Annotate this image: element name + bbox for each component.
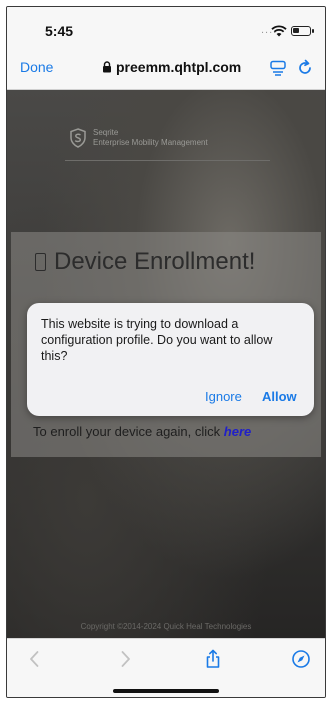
- allow-button[interactable]: Allow: [262, 389, 297, 404]
- enroll-link[interactable]: here: [224, 424, 251, 439]
- status-bar: 5:45 ....: [7, 7, 325, 51]
- share-icon[interactable]: [203, 649, 223, 669]
- enroll-instruction: To enroll your device again, click here: [33, 424, 251, 439]
- address-bar: Done preemm.qhtpl.com: [7, 51, 325, 90]
- brand-tagline: Enterprise Mobility Management: [93, 138, 208, 147]
- page-title: Device Enrollment!: [35, 248, 255, 276]
- reader-icon[interactable]: [269, 59, 287, 77]
- forward-icon[interactable]: [115, 649, 135, 669]
- download-profile-alert: This website is trying to download a con…: [27, 303, 314, 416]
- bottom-toolbar: [7, 638, 325, 697]
- wifi-icon: [271, 25, 287, 37]
- url-text: preemm.qhtpl.com: [116, 59, 242, 75]
- home-indicator: [113, 689, 219, 693]
- brand-name: Seqrite: [93, 128, 119, 137]
- ignore-button[interactable]: Ignore: [205, 389, 242, 404]
- page-title-text: Device Enrollment!: [54, 248, 256, 275]
- copyright-text: Copyright ©2014-2024 Quick Heal Technolo…: [80, 622, 252, 631]
- done-button[interactable]: Done: [20, 59, 53, 75]
- alert-message: This website is trying to download a con…: [41, 317, 273, 363]
- brand-divider: [65, 160, 270, 161]
- phone-frame: 5:45 .... Done preemm.qhtpl.com Seqrite …: [6, 6, 326, 698]
- lock-icon: [103, 61, 111, 73]
- shield-logo-icon: [70, 128, 86, 148]
- brand: Seqrite Enterprise Mobility Management: [69, 128, 208, 148]
- compass-icon[interactable]: [291, 649, 311, 669]
- url-field[interactable]: preemm.qhtpl.com: [102, 59, 241, 75]
- status-time: 5:45: [45, 23, 74, 39]
- reload-icon[interactable]: [296, 59, 314, 77]
- brand-text: Seqrite Enterprise Mobility Management: [93, 128, 208, 148]
- enroll-text: To enroll your device again, click: [33, 424, 221, 439]
- battery-icon: [291, 26, 314, 36]
- back-icon[interactable]: [25, 649, 45, 669]
- mobile-phone-icon: [35, 253, 46, 271]
